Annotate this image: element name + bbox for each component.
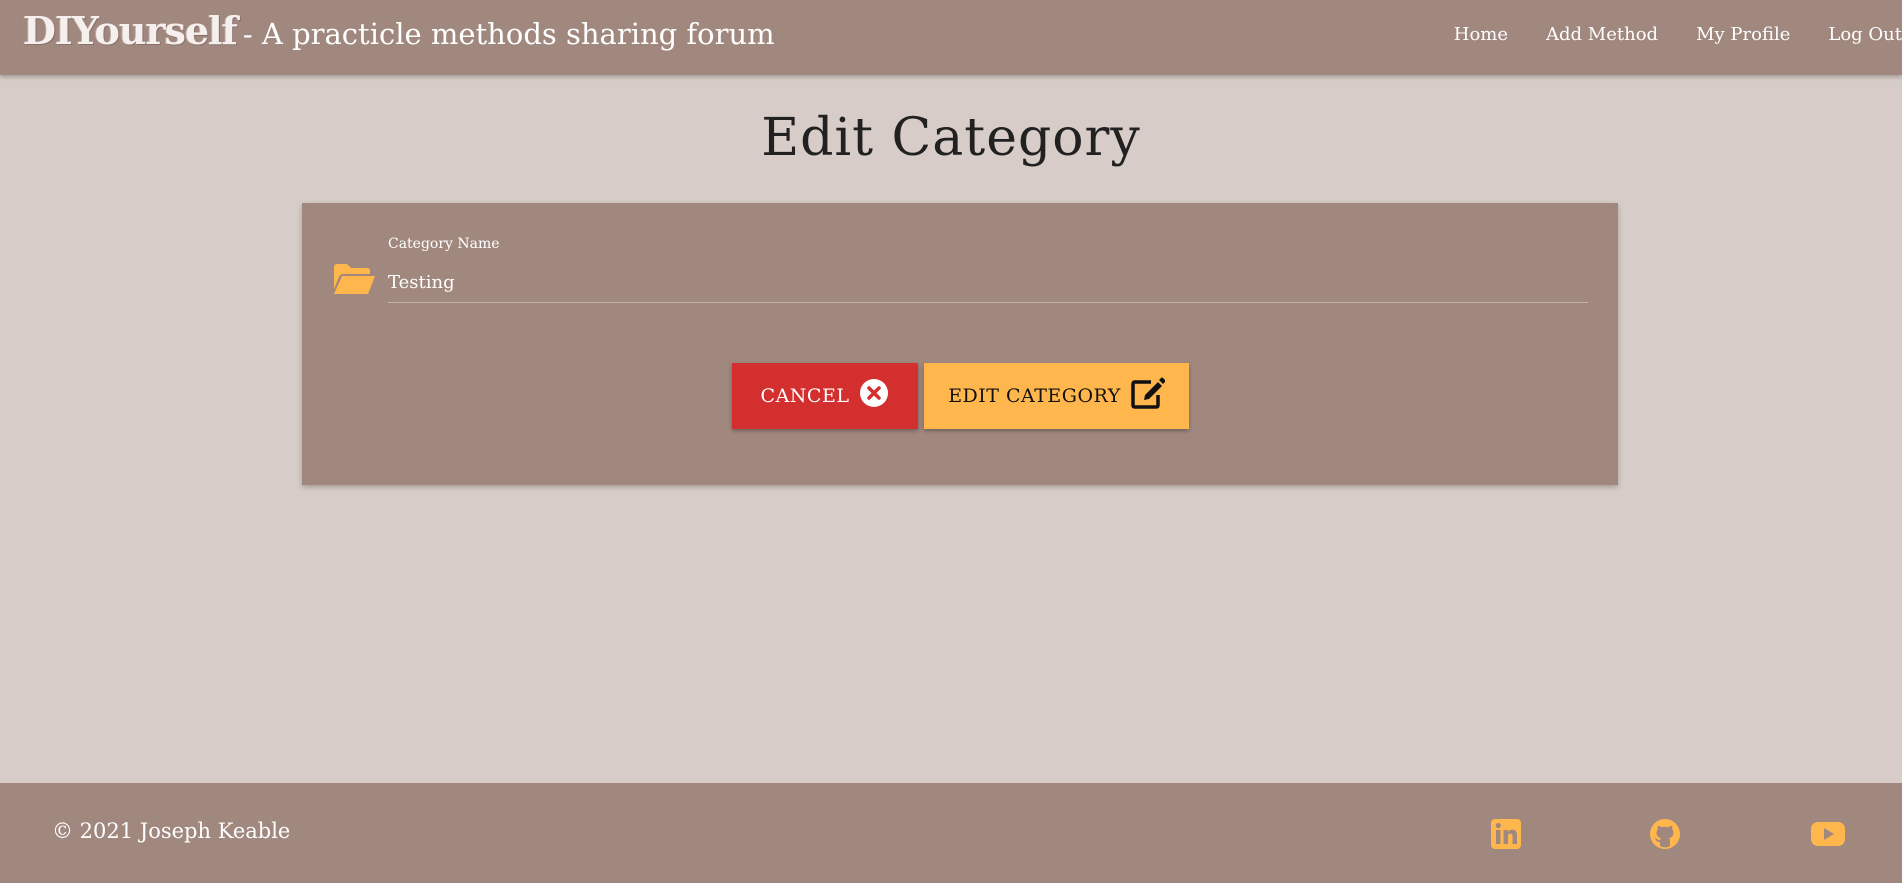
nav-link-log-out[interactable]: Log Out xyxy=(1809,24,1902,45)
linkedin-icon[interactable] xyxy=(1490,818,1522,850)
times-circle-icon xyxy=(860,379,889,407)
footer: © 2021 Joseph Keable xyxy=(0,783,1902,883)
nav-links: Home Add Method My Profile Log Out xyxy=(1435,0,1902,68)
brand-tagline: - A practicle methods sharing forum xyxy=(242,17,775,51)
edit-category-button-label: Edit Category xyxy=(948,385,1121,407)
edit-category-button[interactable]: Edit Category xyxy=(924,363,1189,429)
brand-logo[interactable]: DIYourself xyxy=(23,8,238,53)
nav-link-my-profile[interactable]: My Profile xyxy=(1677,24,1809,45)
navbar: DIYourself - A practicle methods sharing … xyxy=(0,0,1902,75)
edit-icon xyxy=(1131,377,1165,409)
category-name-input[interactable] xyxy=(388,263,1588,303)
github-icon[interactable] xyxy=(1649,818,1681,850)
edit-category-form: Category Name Cancel Edit Category xyxy=(302,203,1618,485)
folder-open-icon xyxy=(334,264,375,294)
nav-link-add-method[interactable]: Add Method xyxy=(1527,24,1677,45)
cancel-button-label: Cancel xyxy=(760,385,850,407)
brand[interactable]: DIYourself - A practicle methods sharing … xyxy=(23,8,775,53)
category-name-label: Category Name xyxy=(388,236,500,252)
page-title: Edit Category xyxy=(761,108,1141,168)
youtube-icon[interactable] xyxy=(1810,818,1846,850)
copyright-text: © 2021 Joseph Keable xyxy=(52,819,291,843)
nav-link-home[interactable]: Home xyxy=(1435,24,1527,45)
cancel-button[interactable]: Cancel xyxy=(732,363,918,429)
